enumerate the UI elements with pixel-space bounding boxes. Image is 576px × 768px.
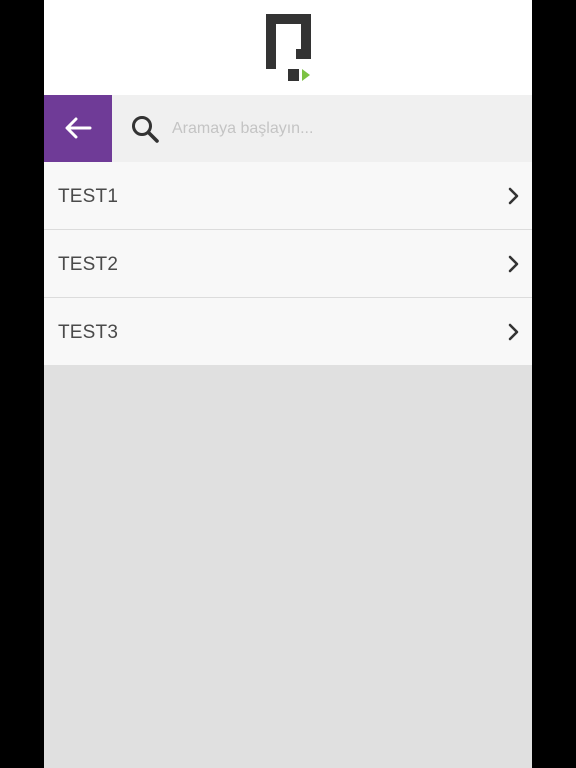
brand-logo-icon xyxy=(266,14,311,81)
chevron-right-icon xyxy=(508,323,519,341)
list-item-label: TEST3 xyxy=(58,322,119,343)
list-item-label: TEST2 xyxy=(58,254,119,275)
app-header xyxy=(44,0,532,95)
chevron-right-icon xyxy=(508,255,519,273)
back-button[interactable] xyxy=(44,95,112,162)
chevron-right-icon xyxy=(508,187,519,205)
app-screen: TEST1 TEST2 TEST3 xyxy=(44,0,532,768)
search-icon xyxy=(132,116,159,143)
arrow-left-icon xyxy=(65,117,92,139)
list-item[interactable]: TEST1 xyxy=(44,162,532,230)
list-item[interactable]: TEST2 xyxy=(44,230,532,298)
result-list: TEST1 TEST2 TEST3 xyxy=(44,162,532,365)
list-item-label: TEST1 xyxy=(58,186,119,207)
search-bar xyxy=(44,95,532,162)
list-item[interactable]: TEST3 xyxy=(44,298,532,365)
search-input[interactable] xyxy=(168,112,526,146)
